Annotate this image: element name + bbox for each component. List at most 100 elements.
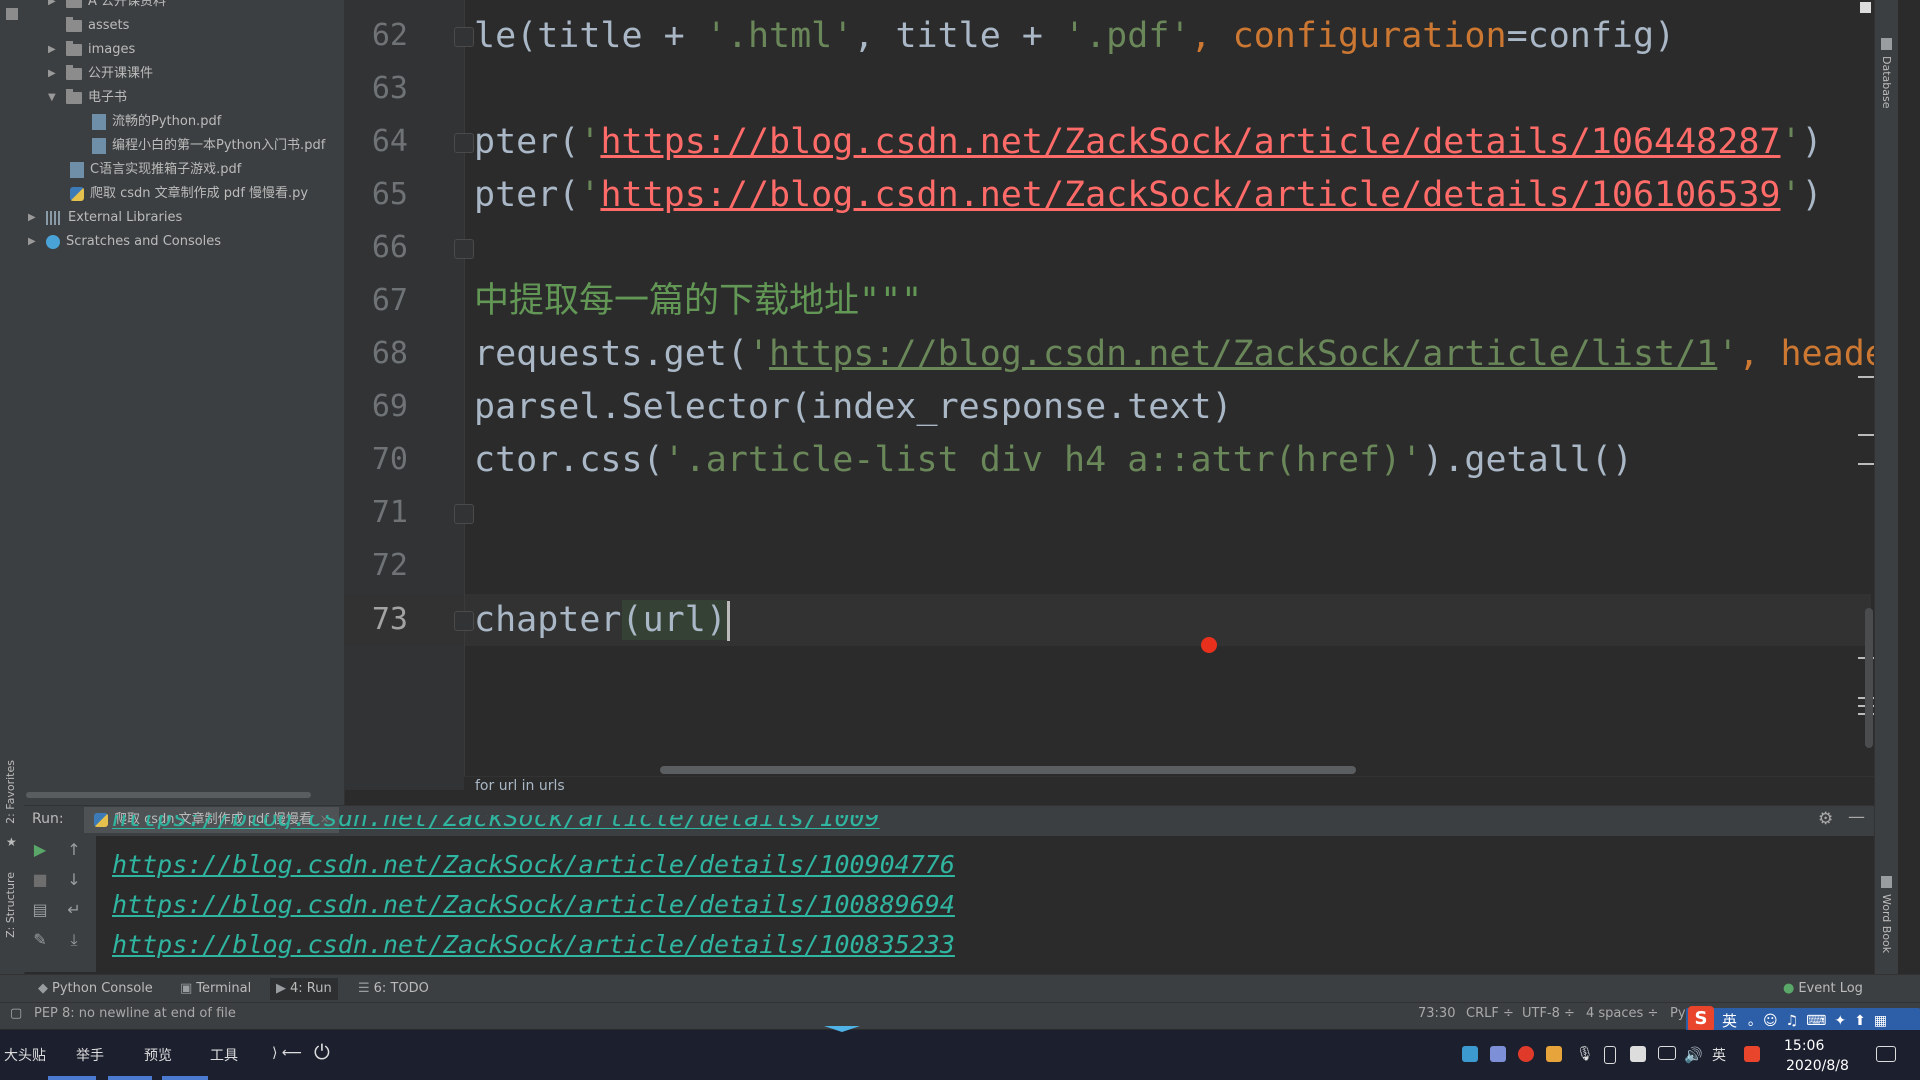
scroll-up-icon[interactable]: ↑	[62, 840, 86, 859]
tree-item[interactable]: ▼ 电子书	[48, 86, 127, 110]
structure-tab[interactable]: Z: Structure	[4, 872, 17, 938]
console-output-line[interactable]: https://blog.csdn.net/ZackSock/article/d…	[112, 815, 880, 829]
scroll-marker[interactable]	[1858, 463, 1874, 465]
tray-record-icon[interactable]	[1518, 1046, 1534, 1062]
editor-vertical-scrollbar[interactable]	[1865, 608, 1873, 748]
line-number: 72	[371, 548, 408, 583]
fold-marker-icon[interactable]	[454, 27, 474, 47]
chevron-right-icon[interactable]: ▶	[28, 206, 40, 230]
url-link[interactable]: https://blog.csdn.net/ZackSock/article/d…	[600, 175, 1780, 215]
code-line-64[interactable]: pter('https://blog.csdn.net/ZackSock/art…	[474, 116, 1823, 168]
breakpoint-dot[interactable]	[1201, 637, 1217, 653]
layout-icon[interactable]: ▤	[28, 900, 52, 919]
fold-marker-icon[interactable]	[454, 504, 474, 524]
clock-date[interactable]: 2020/8/8	[1786, 1058, 1849, 1074]
breadcrumb[interactable]: for url in urls	[475, 778, 565, 794]
stop-icon[interactable]: ■	[28, 870, 52, 889]
code-line-67[interactable]: 中提取每一篇的下载地址"""	[474, 275, 922, 327]
status-message[interactable]: PEP 8: no newline at end of file	[34, 1006, 236, 1021]
minimize-icon[interactable]: —	[1848, 807, 1865, 827]
pin-icon[interactable]: ✎	[28, 930, 52, 949]
code-line-73[interactable]: chapter(url)	[474, 594, 730, 646]
network-icon[interactable]	[1658, 1046, 1676, 1060]
volume-icon[interactable]: 🔊	[1684, 1046, 1703, 1064]
chevron-down-icon[interactable]: ▼	[48, 86, 60, 110]
console-output-line[interactable]: https://blog.csdn.net/ZackSock/article/d…	[112, 930, 955, 959]
database-tab[interactable]: Database	[1880, 56, 1893, 109]
line-separator[interactable]: CRLF ÷	[1466, 1006, 1514, 1021]
taskbar-item[interactable]: 大头贴	[4, 1045, 46, 1065]
scroll-end-icon[interactable]: ⤓	[62, 930, 86, 950]
list-icon: ☰	[358, 981, 370, 996]
tree-item[interactable]: 编程小白的第一本Python入门书.pdf	[92, 134, 325, 158]
code-line-68[interactable]: requests.get('https://blog.csdn.net/Zack…	[474, 328, 1907, 380]
favorites-tab[interactable]: 2: Favorites	[4, 760, 17, 824]
star-icon: ★	[6, 835, 17, 849]
tab-python-console[interactable]: ◆ Python Console	[38, 978, 153, 1000]
tab-event-log[interactable]: ● Event Log	[1783, 978, 1863, 1000]
code-line-65[interactable]: pter('https://blog.csdn.net/ZackSock/art…	[474, 169, 1823, 221]
tree-item[interactable]: ▶ images	[48, 38, 135, 62]
interpreter[interactable]: Py	[1670, 1006, 1686, 1021]
tree-item[interactable]: 流畅的Python.pdf	[92, 110, 221, 134]
scroll-down-icon[interactable]: ↓	[62, 870, 86, 889]
soft-wrap-icon[interactable]: ↵	[62, 900, 86, 919]
ime-tools-icon[interactable]: ｡☺♫⌨✦⬆▦	[1748, 1010, 1895, 1030]
microphone-icon[interactable]: 🎙	[1576, 1046, 1594, 1062]
tree-item[interactable]: C语言实现推箱子游戏.pdf	[70, 158, 241, 182]
tab-terminal[interactable]: ▣ Terminal	[180, 978, 251, 1000]
url-link[interactable]: https://blog.csdn.net/ZackSock/article/d…	[600, 122, 1780, 162]
status-toggle-icon[interactable]: ▢	[10, 1006, 22, 1021]
project-tool-icon[interactable]	[6, 8, 18, 20]
fold-marker-icon[interactable]	[454, 239, 474, 259]
url-link[interactable]: https://blog.csdn.net/ZackSock/article/l…	[769, 334, 1717, 374]
scroll-marker[interactable]	[1858, 434, 1874, 436]
chevron-right-icon[interactable]: ▶	[48, 38, 60, 62]
tray-app-icon[interactable]	[1630, 1046, 1646, 1062]
project-horizontal-scrollbar[interactable]	[26, 792, 311, 798]
taskbar-item[interactable]: 预览	[144, 1045, 172, 1065]
line-number: 62	[371, 18, 408, 53]
pdf-file-icon	[92, 114, 106, 130]
clock-time[interactable]: 15:06	[1784, 1038, 1824, 1054]
usb-icon[interactable]	[1604, 1046, 1616, 1064]
console-output-line[interactable]: https://blog.csdn.net/ZackSock/article/d…	[112, 890, 955, 919]
tray-app-icon[interactable]	[1490, 1046, 1506, 1062]
taskbar-item[interactable]: 举手	[76, 1045, 104, 1065]
tree-item[interactable]: ▶ 公开课课件	[48, 62, 153, 86]
code-line-62[interactable]: le(title + '.html', title + '.pdf', conf…	[474, 10, 1675, 62]
tray-language[interactable]: 英	[1712, 1045, 1726, 1065]
fold-marker-icon[interactable]	[454, 611, 474, 631]
tree-item[interactable]: ▶ Scratches and Consoles	[28, 230, 221, 254]
tab-run[interactable]: ▶ 4: Run	[270, 978, 338, 1000]
chevron-right-icon[interactable]: ▶	[28, 230, 40, 254]
chevron-right-icon[interactable]: ▶	[48, 62, 60, 86]
tree-item[interactable]: 爬取 csdn 文章制作成 pdf 慢慢看.py	[70, 182, 308, 206]
power-icon[interactable]: ⏻	[314, 1040, 330, 1064]
taskbar-arrow-icon[interactable]: ⟩ ⟵	[272, 1045, 302, 1061]
gear-icon[interactable]: ⚙	[1818, 809, 1833, 829]
scroll-marker[interactable]	[1858, 376, 1874, 378]
tree-item[interactable]: assets	[66, 14, 129, 38]
taskbar-item[interactable]: 工具	[210, 1045, 238, 1065]
tree-item[interactable]: ▶ A 公开课资料	[48, 0, 166, 14]
ime-mode[interactable]: 英	[1722, 1010, 1737, 1031]
rerun-icon[interactable]: ▶	[28, 840, 52, 859]
caret-position[interactable]: 73:30	[1418, 1006, 1455, 1021]
chevron-right-icon[interactable]: ▶	[48, 0, 60, 14]
sogou-tray-icon[interactable]	[1744, 1046, 1760, 1062]
wordbook-tab[interactable]: Word Book	[1880, 894, 1893, 953]
code-line-69[interactable]: parsel.Selector(index_response.text)	[474, 381, 1233, 433]
notification-icon[interactable]	[1876, 1046, 1896, 1062]
editor-horizontal-scrollbar[interactable]	[660, 766, 1356, 774]
tray-app-icon[interactable]	[1546, 1046, 1562, 1062]
code-line-70[interactable]: ctor.css('.article-list div h4 a::attr(h…	[474, 434, 1633, 486]
right-tool-stripe: Database Word Book	[1874, 0, 1899, 1018]
tree-item[interactable]: ▶ External Libraries	[28, 206, 182, 230]
tray-app-icon[interactable]	[1462, 1046, 1478, 1062]
indent-setting[interactable]: 4 spaces ÷	[1586, 1006, 1658, 1021]
file-encoding[interactable]: UTF-8 ÷	[1522, 1006, 1575, 1021]
fold-marker-icon[interactable]	[454, 133, 474, 153]
tab-todo[interactable]: ☰ 6: TODO	[358, 978, 429, 1000]
console-output-line[interactable]: https://blog.csdn.net/ZackSock/article/d…	[112, 850, 955, 879]
